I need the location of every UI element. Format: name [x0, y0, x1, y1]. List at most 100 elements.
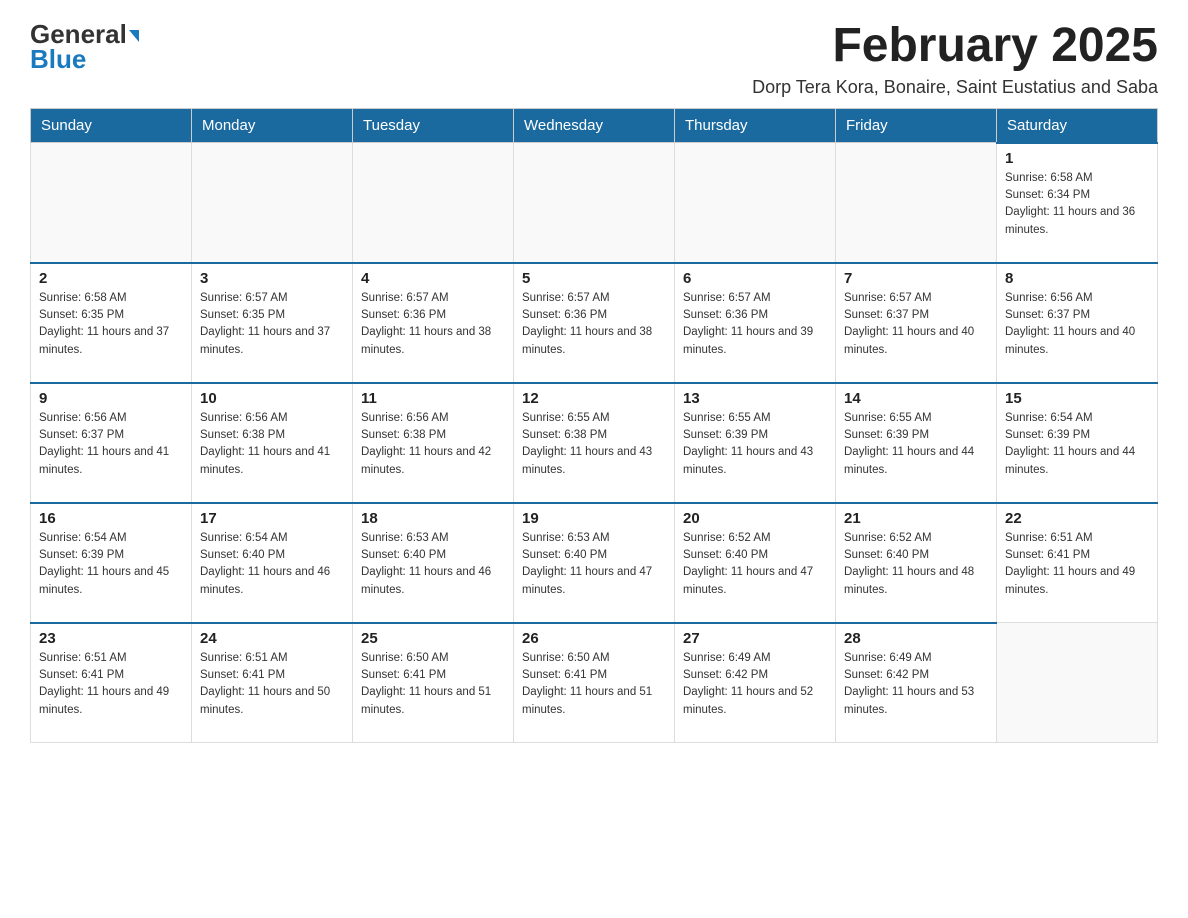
calendar-cell: 6 Sunrise: 6:57 AM Sunset: 6:36 PM Daylig… [675, 263, 836, 383]
calendar-cell: 15 Sunrise: 6:54 AM Sunset: 6:39 PM Dayli… [997, 383, 1158, 503]
day-number: 12 [522, 390, 666, 407]
day-info: Sunrise: 6:49 AM Sunset: 6:42 PM Dayligh… [844, 650, 988, 719]
col-sunday: Sunday [31, 108, 192, 143]
logo-blue: Blue [30, 45, 86, 74]
calendar-cell: 22Sunrise: 6:51 AM Sunset: 6:41 PM Dayli… [997, 503, 1158, 623]
calendar-cell: 19 Sunrise: 6:53 AM Sunset: 6:40 PM Dayli… [514, 503, 675, 623]
calendar-cell: 24 Sunrise: 6:51 AM Sunset: 6:41 PM Dayli… [192, 623, 353, 743]
day-info: Sunrise: 6:52 AM Sunset: 6:40 PM Dayligh… [844, 530, 988, 599]
calendar-cell: 12 Sunrise: 6:55 AM Sunset: 6:38 PM Dayli… [514, 383, 675, 503]
title-area: February 2025 Dorp Tera Kora, Bonaire, S… [752, 20, 1158, 98]
calendar-cell: 10Sunrise: 6:56 AM Sunset: 6:38 PM Dayli… [192, 383, 353, 503]
day-info: Sunrise: 6:54 AM Sunset: 6:39 PM Dayligh… [39, 530, 183, 599]
col-wednesday: Wednesday [514, 108, 675, 143]
day-number: 20 [683, 510, 827, 527]
month-title: February 2025 [752, 20, 1158, 73]
calendar-cell: 3 Sunrise: 6:57 AM Sunset: 6:35 PM Daylig… [192, 263, 353, 383]
calendar-cell: 7Sunrise: 6:57 AM Sunset: 6:37 PM Daylig… [836, 263, 997, 383]
calendar-cell: 18 Sunrise: 6:53 AM Sunset: 6:40 PM Dayli… [353, 503, 514, 623]
day-info: Sunrise: 6:51 AM Sunset: 6:41 PM Dayligh… [1005, 530, 1149, 599]
calendar-week-row: 23 Sunrise: 6:51 AM Sunset: 6:41 PM Dayli… [31, 623, 1158, 743]
day-number: 23 [39, 630, 183, 647]
page-header: General Blue February 2025 Dorp Tera Kor… [30, 20, 1158, 98]
day-info: Sunrise: 6:53 AM Sunset: 6:40 PM Dayligh… [522, 530, 666, 599]
calendar-cell [675, 143, 836, 263]
calendar-week-row: 1 Sunrise: 6:58 AM Sunset: 6:34 PM Daylig… [31, 143, 1158, 263]
day-number: 27 [683, 630, 827, 647]
day-number: 16 [39, 510, 183, 527]
day-number: 4 [361, 270, 505, 287]
day-info: Sunrise: 6:57 AM Sunset: 6:36 PM Dayligh… [361, 290, 505, 359]
calendar-cell: 5Sunrise: 6:57 AM Sunset: 6:36 PM Daylig… [514, 263, 675, 383]
calendar-cell: 9Sunrise: 6:56 AM Sunset: 6:37 PM Daylig… [31, 383, 192, 503]
calendar-cell [192, 143, 353, 263]
calendar-cell [353, 143, 514, 263]
col-friday: Friday [836, 108, 997, 143]
day-info: Sunrise: 6:57 AM Sunset: 6:36 PM Dayligh… [683, 290, 827, 359]
day-number: 28 [844, 630, 988, 647]
day-info: Sunrise: 6:55 AM Sunset: 6:38 PM Dayligh… [522, 410, 666, 479]
day-number: 13 [683, 390, 827, 407]
col-saturday: Saturday [997, 108, 1158, 143]
day-info: Sunrise: 6:55 AM Sunset: 6:39 PM Dayligh… [844, 410, 988, 479]
day-info: Sunrise: 6:56 AM Sunset: 6:38 PM Dayligh… [200, 410, 344, 479]
day-number: 24 [200, 630, 344, 647]
calendar-cell: 16 Sunrise: 6:54 AM Sunset: 6:39 PM Dayli… [31, 503, 192, 623]
day-number: 11 [361, 390, 505, 407]
day-info: Sunrise: 6:54 AM Sunset: 6:39 PM Dayligh… [1005, 410, 1149, 479]
day-info: Sunrise: 6:55 AM Sunset: 6:39 PM Dayligh… [683, 410, 827, 479]
location-subtitle: Dorp Tera Kora, Bonaire, Saint Eustatius… [752, 77, 1158, 98]
day-info: Sunrise: 6:53 AM Sunset: 6:40 PM Dayligh… [361, 530, 505, 599]
calendar-cell: 17 Sunrise: 6:54 AM Sunset: 6:40 PM Dayli… [192, 503, 353, 623]
calendar-cell: 23 Sunrise: 6:51 AM Sunset: 6:41 PM Dayli… [31, 623, 192, 743]
day-number: 18 [361, 510, 505, 527]
calendar-cell: 11 Sunrise: 6:56 AM Sunset: 6:38 PM Dayli… [353, 383, 514, 503]
calendar-cell: 4 Sunrise: 6:57 AM Sunset: 6:36 PM Daylig… [353, 263, 514, 383]
day-number: 1 [1005, 150, 1149, 167]
day-number: 3 [200, 270, 344, 287]
calendar-header-row: Sunday Monday Tuesday Wednesday Thursday… [31, 108, 1158, 143]
calendar-cell: 14 Sunrise: 6:55 AM Sunset: 6:39 PM Dayli… [836, 383, 997, 503]
day-info: Sunrise: 6:49 AM Sunset: 6:42 PM Dayligh… [683, 650, 827, 719]
calendar-week-row: 9Sunrise: 6:56 AM Sunset: 6:37 PM Daylig… [31, 383, 1158, 503]
calendar-cell: 28 Sunrise: 6:49 AM Sunset: 6:42 PM Dayli… [836, 623, 997, 743]
calendar-cell: 21 Sunrise: 6:52 AM Sunset: 6:40 PM Dayli… [836, 503, 997, 623]
day-info: Sunrise: 6:58 AM Sunset: 6:34 PM Dayligh… [1005, 170, 1149, 239]
day-info: Sunrise: 6:57 AM Sunset: 6:36 PM Dayligh… [522, 290, 666, 359]
calendar-cell: 8 Sunrise: 6:56 AM Sunset: 6:37 PM Daylig… [997, 263, 1158, 383]
day-number: 21 [844, 510, 988, 527]
day-info: Sunrise: 6:54 AM Sunset: 6:40 PM Dayligh… [200, 530, 344, 599]
calendar-week-row: 16 Sunrise: 6:54 AM Sunset: 6:39 PM Dayli… [31, 503, 1158, 623]
day-number: 14 [844, 390, 988, 407]
day-number: 26 [522, 630, 666, 647]
day-number: 8 [1005, 270, 1149, 287]
day-number: 25 [361, 630, 505, 647]
day-info: Sunrise: 6:51 AM Sunset: 6:41 PM Dayligh… [39, 650, 183, 719]
calendar-cell [997, 623, 1158, 743]
day-info: Sunrise: 6:50 AM Sunset: 6:41 PM Dayligh… [361, 650, 505, 719]
col-tuesday: Tuesday [353, 108, 514, 143]
calendar-week-row: 2Sunrise: 6:58 AM Sunset: 6:35 PM Daylig… [31, 263, 1158, 383]
col-thursday: Thursday [675, 108, 836, 143]
day-info: Sunrise: 6:51 AM Sunset: 6:41 PM Dayligh… [200, 650, 344, 719]
col-monday: Monday [192, 108, 353, 143]
day-info: Sunrise: 6:56 AM Sunset: 6:38 PM Dayligh… [361, 410, 505, 479]
day-number: 2 [39, 270, 183, 287]
calendar-table: Sunday Monday Tuesday Wednesday Thursday… [30, 108, 1158, 744]
calendar-cell: 25 Sunrise: 6:50 AM Sunset: 6:41 PM Dayli… [353, 623, 514, 743]
calendar-cell: 27 Sunrise: 6:49 AM Sunset: 6:42 PM Dayli… [675, 623, 836, 743]
calendar-cell: 26Sunrise: 6:50 AM Sunset: 6:41 PM Dayli… [514, 623, 675, 743]
calendar-cell: 2Sunrise: 6:58 AM Sunset: 6:35 PM Daylig… [31, 263, 192, 383]
day-number: 19 [522, 510, 666, 527]
day-info: Sunrise: 6:56 AM Sunset: 6:37 PM Dayligh… [1005, 290, 1149, 359]
day-number: 17 [200, 510, 344, 527]
day-number: 7 [844, 270, 988, 287]
day-number: 9 [39, 390, 183, 407]
calendar-cell: 1 Sunrise: 6:58 AM Sunset: 6:34 PM Daylig… [997, 143, 1158, 263]
day-number: 6 [683, 270, 827, 287]
day-number: 15 [1005, 390, 1149, 407]
day-info: Sunrise: 6:57 AM Sunset: 6:35 PM Dayligh… [200, 290, 344, 359]
day-info: Sunrise: 6:52 AM Sunset: 6:40 PM Dayligh… [683, 530, 827, 599]
logo: General Blue [30, 20, 139, 73]
calendar-cell: 20 Sunrise: 6:52 AM Sunset: 6:40 PM Dayli… [675, 503, 836, 623]
